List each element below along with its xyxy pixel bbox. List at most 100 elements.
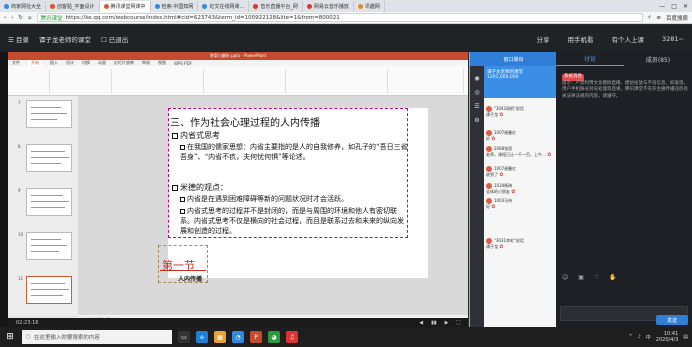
sender-name: 1007谢曼红 [494,166,517,171]
lightning-icon[interactable]: ⚡ [648,15,652,21]
share-button[interactable]: 分享 [537,34,550,44]
flower-sticker-icon: ✿ [499,172,504,178]
sender-name: 2088张思 [494,146,513,151]
teacher-course-button[interactable]: 有个人上课 [612,34,645,44]
slide-thumbnail[interactable] [26,188,72,216]
minimize-button[interactable]: — [659,3,665,10]
task-view-icon[interactable]: ▭ [178,331,190,343]
tab-members[interactable]: 成员(85) [624,52,692,66]
browser-tab[interactable]: 音乐直播平台_网 [249,0,303,12]
forward-icon[interactable]: › [11,15,13,21]
popup-sidebar: ◉ ◎ ☰ ⚙ [470,66,484,327]
taskbar-search[interactable]: ○ 在这里输入你要搜索的内容 [22,330,172,344]
fullscreen-icon[interactable]: ⛶ [456,320,460,326]
slide-title: 三、作为社会心理过程的人内传播 [170,118,320,129]
popup-title[interactable]: 窗口弹出 [470,52,557,66]
image-icon[interactable]: ▣ [578,274,584,281]
send-button[interactable]: 发送 [656,315,688,325]
flower-icon[interactable]: ♡ [594,274,599,281]
ribbon-tab[interactable]: WPS PDF [174,61,192,66]
back-icon[interactable]: ‹ [4,15,6,21]
browser-tab[interactable]: 讯趣网 [354,0,385,12]
music-app-icon[interactable]: ♫ [286,331,298,343]
tab-label: 音乐直播平台_网 [260,3,298,10]
contacts-icon[interactable]: ◎ [470,86,484,100]
tab-label: 网易云音乐播放 [313,3,349,10]
system-tray: ^ ♪ 中 10:41 2020/4/3 ▤ [628,331,688,343]
slide-number: 11 [18,276,24,281]
settings-icon[interactable]: ⚙ [470,114,484,128]
qq-app-icon[interactable]: ◔ [232,331,244,343]
ime-indicator[interactable]: 中 [646,334,651,341]
flower-sticker-icon: ✿ [547,152,552,158]
raise-hand-icon[interactable]: ✋ [609,274,616,281]
tab-label: 讯趣网 [364,3,380,10]
search-engine-label[interactable]: 百度搜索 [666,14,688,22]
address-bar-row: ‹ › ↻ ⌂ 腾讯课堂 https://ke.qq.com/webcourse… [0,12,692,24]
message-text: 好 [486,204,490,209]
chat-icon[interactable]: ◉ [470,72,484,86]
close-button[interactable]: ✕ [683,3,688,10]
browser-app-icon[interactable]: e [196,331,208,343]
tab-favicon-icon [202,3,208,9]
emoji-icon[interactable]: ☺ [562,274,568,281]
checkbox-bullet-icon [180,144,185,150]
menu-icon[interactable]: ≡ [656,15,661,21]
tab-favicon-icon [357,3,363,9]
checkbox-bullet-icon [172,133,178,139]
chat-message: 1003马伟好 ✿ [486,198,556,210]
slide-thumbnail[interactable] [26,232,72,260]
maximize-button[interactable]: □ [671,3,677,10]
prev-icon[interactable]: ◀ [419,320,423,326]
chat-message: "3042周帆"说话 谭子龙 ✿ [486,106,556,118]
tab-label: 论文在线网课… [209,3,245,10]
next-icon[interactable]: ▶ [445,320,449,326]
window-controls: — □ ✕ [659,3,692,10]
message-text: 收到了 [486,172,498,177]
browser-tab[interactable]: 网易云音乐播放 [303,0,354,12]
url-input[interactable]: 腾讯课堂 https://ke.qq.com/webcourse/index.h… [36,13,643,22]
tab-discussion[interactable]: 讨论 [556,52,624,66]
browser-tab[interactable]: 创客贴_平面设计 [46,0,100,12]
slide-thumbnail[interactable] [26,100,72,128]
discussion-panel: 讨论 成员(85) 系统消息 提示：严禁利用文化模拟直播、模仿投放与不良信息，如… [556,52,692,327]
chat-message: 1007谢曼红好 ✿ [486,130,556,142]
slide-thumbnail[interactable] [26,144,72,172]
flower-sticker-icon: ✿ [491,204,496,210]
chat-message: 2088张思 老师，课程已让一千一百，上午… ✿ [486,146,556,158]
exit-status[interactable]: ☐ 已退出 [101,34,128,44]
pause-icon[interactable]: ▮▮ [431,320,437,326]
home-icon[interactable]: ⌂ [28,15,32,21]
paragraph-3: 内省式思考的过程并不是封闭的，而是与周围的环境和他人有密切联系。内省式思考不仅是… [180,207,404,235]
chat-message: "3031李虹"说话 谭子龙 ✿ [486,238,556,250]
explorer-app-icon[interactable]: ▦ [214,331,226,343]
notifications-icon[interactable]: ▤ [683,334,688,340]
refresh-icon[interactable]: ↻ [18,15,23,21]
tab-label: 检索-中国知网 [161,3,194,10]
browser-tab[interactable]: 商家网址大全 [0,0,47,12]
browser-tab[interactable]: 论文在线网课… [198,0,250,12]
list-icon[interactable]: ☰ [470,100,484,114]
windows-start-icon[interactable]: ⊞ [4,331,16,343]
browser-tab[interactable]: 检索-中国知网 [151,0,199,12]
windows-taskbar: ⊞ ○ 在这里输入你要搜索的内容 ▭ e ▦ ◔ P ◕ ♫ ^ ♪ 中 10:… [0,327,692,347]
clock[interactable]: 10:41 2020/4/3 [656,331,678,343]
heading-1: 内省式思考 [172,130,412,141]
powerpoint-app-icon[interactable]: P [250,331,262,343]
slide-thumbnail-selected[interactable] [26,276,72,304]
tab-label: 腾讯课堂网课中 [110,3,146,10]
slide-thumbnail-panel: 7 8 9 10 11 [8,96,78,315]
slide-number: 9 [18,188,21,193]
checkbox-bullet-icon [172,185,178,191]
wechat-app-icon[interactable]: ◕ [268,331,280,343]
tray-expand-icon[interactable]: ^ [628,334,632,340]
volume-icon[interactable]: ♪ [638,334,641,340]
slide-number: 7 [18,100,21,105]
catalog-button[interactable]: ☰ 目录 [8,34,29,44]
browser-tab[interactable]: 腾讯课堂网课中 [99,0,151,12]
tab-favicon-icon [306,3,312,9]
popup-header-banner: 谭子龙老师的课堂 1201,000,000 [484,66,557,98]
phone-watch-button[interactable]: 用手机看 [568,34,594,44]
notice-text: 提示：严禁利用文化模拟直播、模仿投放与不良信息，如发现，用户手机账号封号处理等后… [562,80,688,99]
slide-number: 8 [18,144,21,149]
